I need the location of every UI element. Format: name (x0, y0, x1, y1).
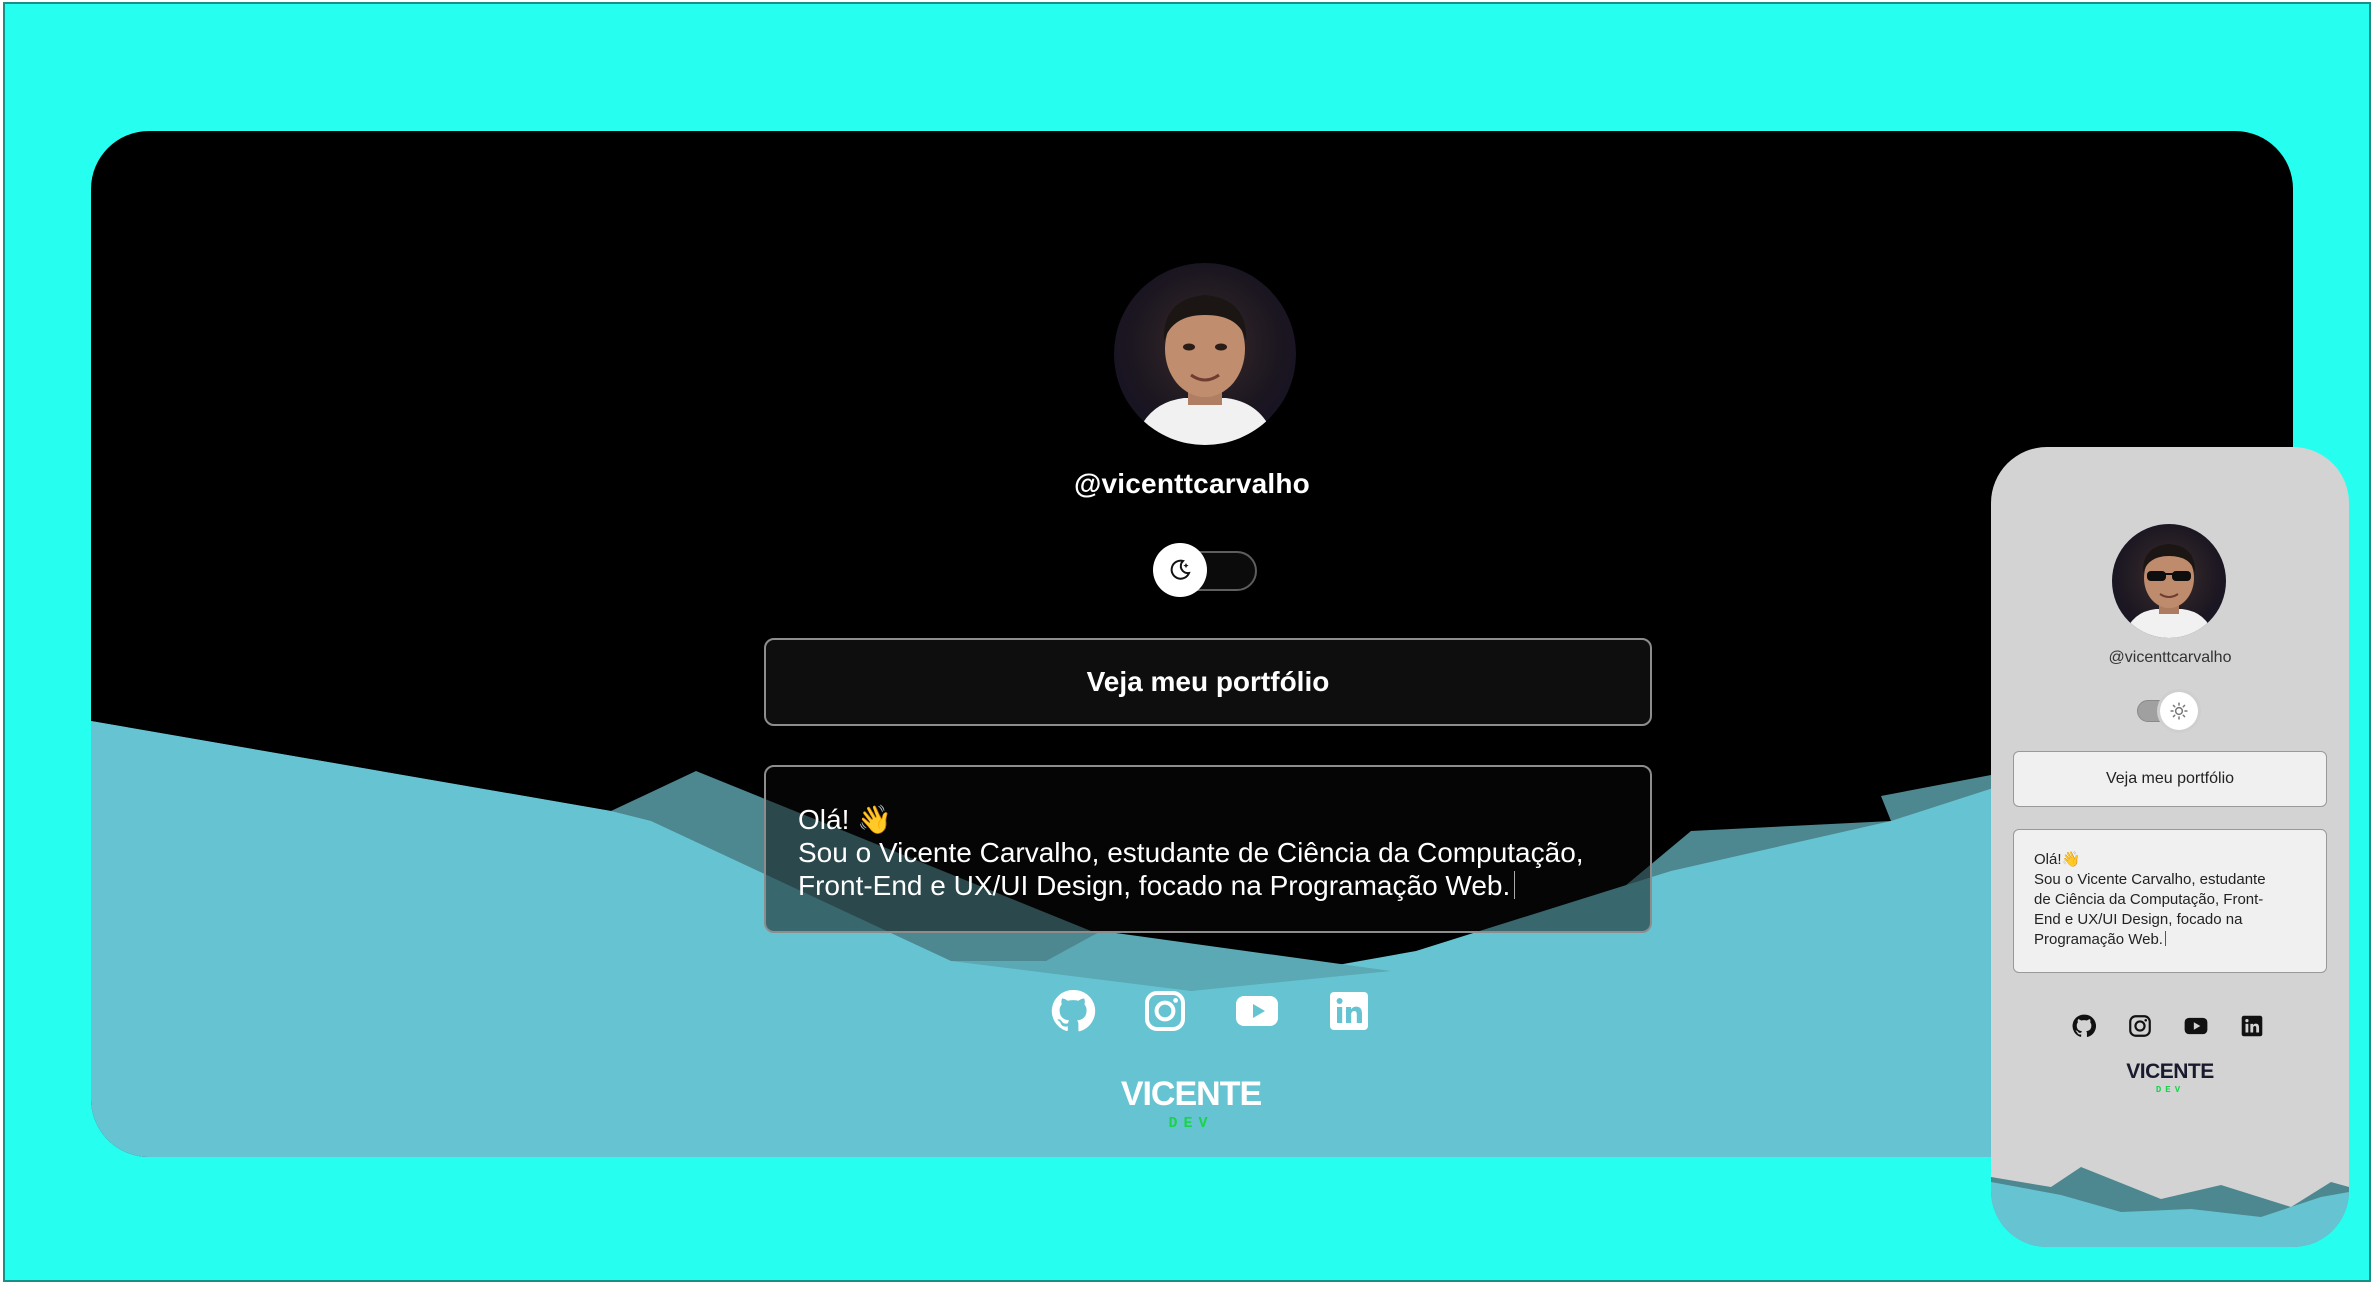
theme-toggle[interactable] (1153, 543, 1257, 597)
youtube-icon[interactable] (2183, 1013, 2209, 1039)
svg-text:VICENTE: VICENTE (1121, 1075, 1262, 1113)
bio-greeting: Olá! 👋 (798, 804, 892, 835)
svg-text:VICENTE: VICENTE (2126, 1060, 2214, 1083)
showcase-background: @vicenttcarvalho Veja meu portfólio Olá!… (3, 2, 2371, 1282)
social-links (2071, 1013, 2271, 1041)
mobile-preview: @vicenttcarvalho Veja meu portfólio Olá!… (1991, 447, 2349, 1247)
profile-handle: @vicenttcarvalho (2108, 649, 2232, 666)
text-cursor (1514, 871, 1516, 899)
bio-textbox[interactable]: Olá! 👋 Sou o Vicente Carvalho, estudante… (764, 765, 1652, 933)
svg-text:DEV: DEV (1168, 1115, 1213, 1132)
text-cursor (2164, 931, 2166, 946)
instagram-icon[interactable] (1141, 987, 1189, 1035)
linkedin-icon[interactable] (2239, 1013, 2265, 1039)
vicente-dev-logo: VICENTE DEV (1091, 1073, 1291, 1133)
profile-handle: @vicenttcarvalho (1074, 468, 1310, 499)
youtube-icon[interactable] (1233, 987, 1281, 1035)
bio-text-line: End e UX/UI Design, focado na (2034, 911, 2243, 928)
github-icon[interactable] (2071, 1013, 2097, 1039)
bio-text-line: de Ciência da Computação, Front- (2034, 891, 2264, 908)
bio-textbox[interactable]: Olá!👋 Sou o Vicente Carvalho, estudante … (2013, 829, 2327, 973)
portfolio-button[interactable]: Veja meu portfólio (764, 638, 1652, 726)
toggle-knob[interactable] (1153, 543, 1207, 597)
bio-greeting: Olá!👋 (2034, 851, 2081, 868)
social-links (1049, 987, 1369, 1035)
bio-text-line: Front-End e UX/UI Design, focado na Prog… (798, 870, 1511, 901)
desktop-preview: @vicenttcarvalho Veja meu portfólio Olá!… (91, 131, 2293, 1157)
profile-avatar (1114, 263, 1296, 445)
portfolio-button[interactable]: Veja meu portfólio (2013, 751, 2327, 807)
vicente-dev-logo: VICENTE DEV (2110, 1057, 2230, 1097)
toggle-knob[interactable] (2160, 692, 2198, 730)
moon-icon (1170, 559, 1191, 580)
bio-text-line: Programação Web. (2034, 931, 2163, 948)
bio-text-line: Sou o Vicente Carvalho, estudante (2034, 871, 2266, 888)
profile-avatar (2112, 524, 2226, 638)
sun-icon (2170, 702, 2188, 720)
instagram-icon[interactable] (2127, 1013, 2153, 1039)
bio-text-line: Sou o Vicente Carvalho, estudante de Ciê… (798, 837, 1584, 868)
linkedin-icon[interactable] (1325, 987, 1373, 1035)
github-icon[interactable] (1049, 987, 1097, 1035)
svg-text:DEV: DEV (2156, 1085, 2184, 1095)
theme-toggle[interactable] (2137, 692, 2198, 730)
